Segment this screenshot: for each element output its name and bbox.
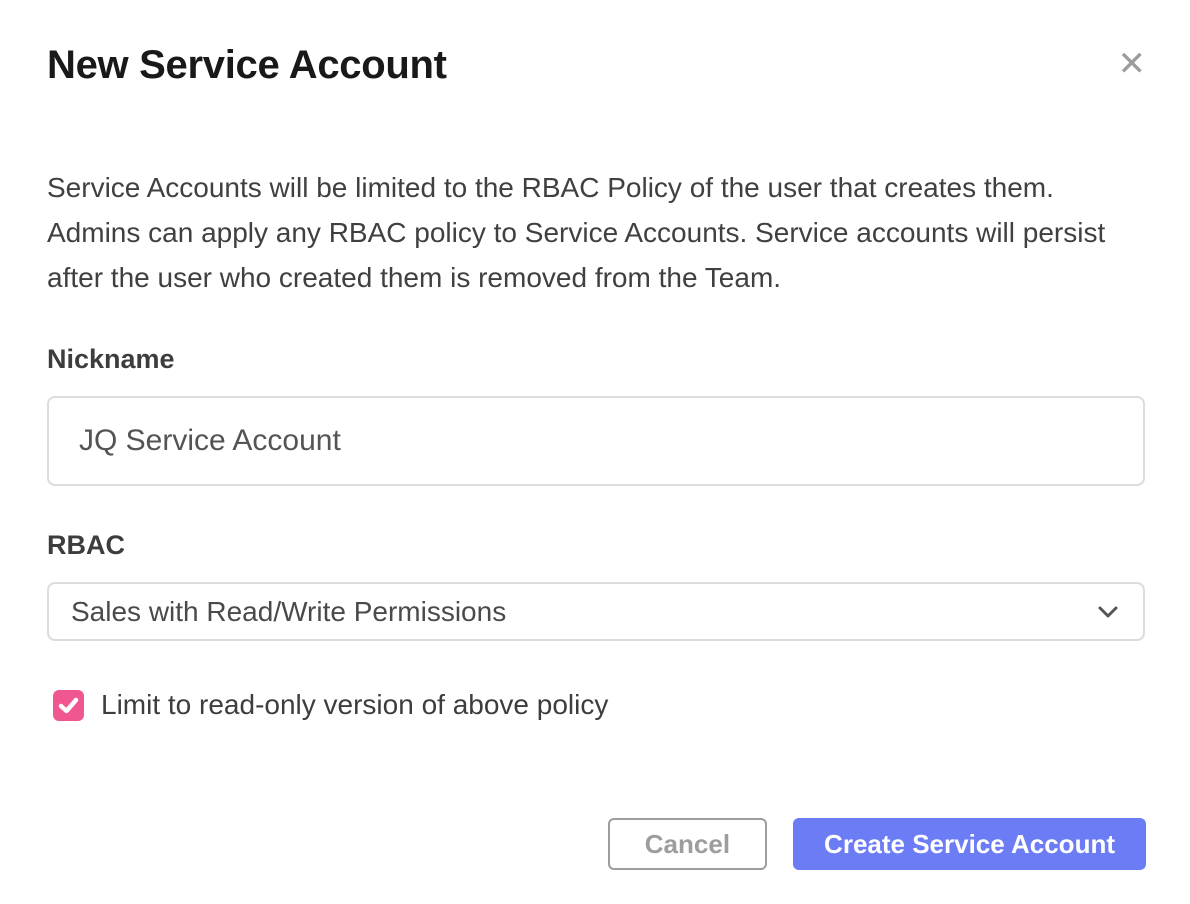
- modal-footer: Cancel Create Service Account: [608, 818, 1146, 870]
- rbac-label: RBAC: [47, 528, 1146, 562]
- nickname-input[interactable]: [47, 396, 1145, 486]
- close-icon: ✕: [1118, 45, 1147, 83]
- close-button[interactable]: ✕: [1118, 47, 1147, 81]
- modal-description: Service Accounts will be limited to the …: [47, 165, 1110, 300]
- new-service-account-modal: New Service Account ✕ Service Accounts w…: [0, 0, 1190, 904]
- create-service-account-button[interactable]: Create Service Account: [793, 818, 1146, 870]
- checkmark-icon: [58, 697, 79, 714]
- nickname-label: Nickname: [47, 342, 1146, 376]
- page-title: New Service Account: [47, 41, 447, 89]
- cancel-button[interactable]: Cancel: [608, 818, 767, 870]
- rbac-select[interactable]: Sales with Read/Write Permissions: [47, 582, 1145, 641]
- modal-header: New Service Account ✕: [47, 0, 1146, 89]
- readonly-checkbox[interactable]: [53, 690, 84, 721]
- readonly-checkbox-label: Limit to read-only version of above poli…: [101, 689, 608, 721]
- rbac-selected-option: Sales with Read/Write Permissions: [71, 596, 506, 628]
- readonly-checkbox-row: Limit to read-only version of above poli…: [53, 689, 1146, 721]
- chevron-down-icon: [1097, 605, 1119, 619]
